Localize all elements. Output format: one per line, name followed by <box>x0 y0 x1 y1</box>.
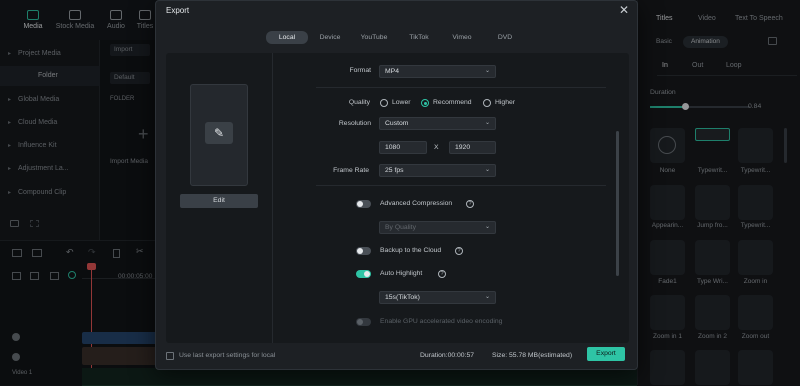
panel-divider <box>272 53 273 343</box>
chevron-down-icon: ⌄ <box>484 224 490 230</box>
quality-lower-radio[interactable] <box>380 99 388 107</box>
tab-youtube[interactable]: YouTube <box>353 31 395 44</box>
last-settings-label: Use last export settings for local <box>179 352 276 359</box>
size-text: Size: 55.78 MB(estimated) <box>492 352 573 359</box>
quality-higher-radio[interactable] <box>483 99 491 107</box>
frame-rate-select[interactable]: 25 fps ⌄ <box>379 164 496 177</box>
tab-device[interactable]: Device <box>309 31 351 44</box>
quality-label: Quality <box>348 99 370 106</box>
chevron-down-icon: ⌄ <box>484 68 490 74</box>
dimension-separator: X <box>434 144 439 151</box>
last-settings-checkbox[interactable] <box>166 352 174 360</box>
pencil-icon: ✎ <box>205 122 233 144</box>
resolution-label: Resolution <box>338 120 371 127</box>
chevron-down-icon: ⌄ <box>484 167 490 173</box>
quality-higher-label[interactable]: Higher <box>495 99 515 106</box>
quality-lower-label[interactable]: Lower <box>392 99 411 106</box>
chevron-down-icon: ⌄ <box>484 294 490 300</box>
frame-rate-label: Frame Rate <box>333 167 369 174</box>
settings-scrollbar[interactable] <box>616 131 619 276</box>
tab-vimeo[interactable]: Vimeo <box>441 31 483 44</box>
help-icon[interactable]: ? <box>438 270 446 278</box>
quality-recommend-radio[interactable] <box>421 99 429 107</box>
gpu-encoding-label: Enable GPU accelerated video encoding <box>380 318 503 325</box>
highlight-duration-select[interactable]: 15s(TikTok) ⌄ <box>379 291 496 304</box>
chevron-down-icon: ⌄ <box>484 120 490 126</box>
height-input[interactable]: 1920 <box>449 141 496 154</box>
dialog-title: Export <box>166 6 190 15</box>
tab-local[interactable]: Local <box>266 31 308 44</box>
gpu-encoding-toggle[interactable] <box>356 318 371 326</box>
help-icon[interactable]: ? <box>466 200 474 208</box>
export-destination-tabs: Local Device YouTube TikTok Vimeo DVD <box>266 31 526 44</box>
format-label: Format <box>349 67 371 74</box>
help-icon[interactable]: ? <box>455 247 463 255</box>
resolution-select[interactable]: Custom ⌄ <box>379 117 496 130</box>
duration-text: Duration:00:00:57 <box>420 352 475 359</box>
export-dialog: Export ✕ Local Device YouTube TikTok Vim… <box>155 0 638 370</box>
auto-highlight-label: Auto Highlight <box>380 270 423 277</box>
export-button[interactable]: Export <box>587 347 625 361</box>
export-settings-body: ✎ Edit Format MP4 ⌄ Quality Lower Recomme… <box>166 53 629 343</box>
tab-tiktok[interactable]: TikTok <box>398 31 440 44</box>
quality-recommend-label[interactable]: Recommend <box>433 99 472 106</box>
backup-cloud-toggle[interactable] <box>356 247 371 255</box>
advanced-compression-label: Advanced Compression <box>380 200 453 207</box>
dialog-footer: Use last export settings for local Durat… <box>156 347 639 371</box>
close-icon[interactable]: ✕ <box>619 3 629 17</box>
export-thumbnail: ✎ <box>190 84 248 186</box>
auto-highlight-toggle[interactable] <box>356 270 371 278</box>
edit-button[interactable]: Edit <box>180 194 258 208</box>
format-select[interactable]: MP4 ⌄ <box>379 65 496 78</box>
compression-mode-select[interactable]: By Quality ⌄ <box>379 221 496 234</box>
width-input[interactable]: 1080 <box>379 141 427 154</box>
advanced-compression-toggle[interactable] <box>356 200 371 208</box>
tab-dvd[interactable]: DVD <box>484 31 526 44</box>
backup-cloud-label: Backup to the Cloud <box>380 247 442 254</box>
